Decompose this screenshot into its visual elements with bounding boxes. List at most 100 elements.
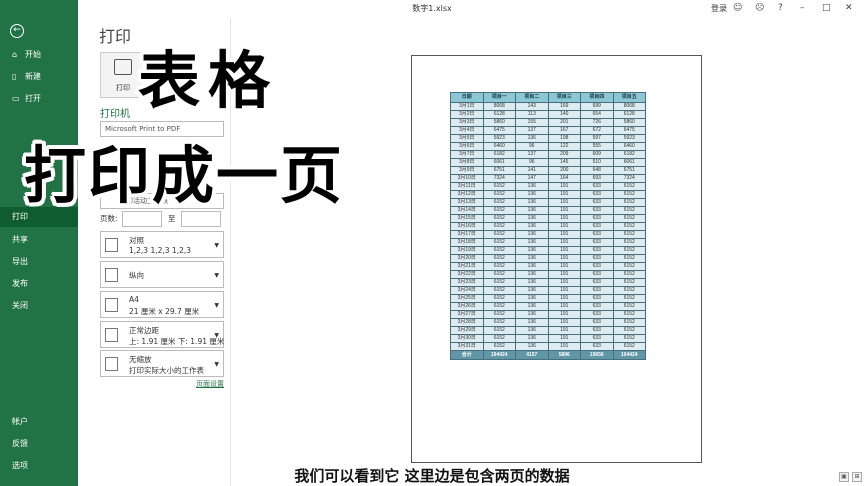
collate-icon [105,238,118,252]
sidebar-item-feedback[interactable]: 反馈 [0,434,78,454]
table-row: 3月13日 6152 136 191 633 6152 [450,198,646,207]
table-row: 3月23日 6152 136 191 633 6152 [450,278,646,287]
maximize-icon[interactable]: □ [822,3,831,13]
smile-icon[interactable]: ☺ [733,3,742,13]
sidebar-item-account[interactable]: 帐户 [0,412,78,432]
table-cell: 7324 [612,174,646,183]
table-cell: 6182 [482,150,516,159]
chevron-down-icon: ▼ [214,361,219,368]
table-cell: 96 [515,142,549,151]
table-cell: 672 [580,126,614,135]
table-cell: 136 [515,198,549,207]
table-cell: 167 [547,126,581,135]
table-cell: 141 [515,166,549,175]
sidebar-item-export[interactable]: 导出 [0,252,78,272]
table-row: 3月12日 6152 136 191 633 6152 [450,190,646,199]
table-cell: 3月10日 [450,174,484,183]
sidebar-item-open[interactable]: ▭ 打开 [0,89,78,109]
table-cell: 3月20日 [450,254,484,263]
frown-icon[interactable]: ☹ [755,3,764,13]
caption-title-line2: 打印成一页 [24,139,345,212]
table-cell: 3月14日 [450,206,484,215]
sidebar-item-close[interactable]: 关闭 [0,296,78,316]
table-row: 3月25日 6152 136 191 633 6152 [450,294,646,303]
table-cell: 191 [547,246,581,255]
table-cell: 147 [515,174,549,183]
total-cell: 4157 [515,350,549,360]
back-arrow-icon[interactable]: ← [10,24,24,38]
table-cell: 633 [580,318,614,327]
table-cell: 633 [580,246,614,255]
table-cell: 191 [547,286,581,295]
table-cell: 6152 [612,230,646,239]
scaling-select[interactable]: 无缩放 打印实际大小的工作表 ▼ [100,350,224,377]
table-row: 3月6日 6460 96 122 555 6460 [450,142,646,151]
table-cell: 136 [515,334,549,343]
table-row: 3月14日 6152 136 191 633 6152 [450,206,646,215]
table-row: 3月2日 6128 113 140 654 6128 [450,110,646,119]
table-cell: 699 [580,102,614,111]
table-cell: 136 [515,246,549,255]
page-title: 打印 [99,27,132,46]
paper-size-select[interactable]: A4 21 厘米 x 29.7 厘米 ▼ [100,291,224,318]
new-file-icon: ▯ [12,72,17,81]
table-row: 3月22日 6152 136 191 633 6152 [450,270,646,279]
table-cell: 5860 [482,118,516,127]
login-link[interactable]: 登录 [711,3,727,14]
table-cell: 191 [547,326,581,335]
table-cell: 3月15日 [450,214,484,223]
table-cell: 6152 [612,190,646,199]
table-cell: 191 [547,270,581,279]
column-header: 项目五 [612,92,646,103]
sidebar-item-publish[interactable]: 发布 [0,274,78,294]
close-window-icon[interactable]: ✕ [845,3,853,13]
table-cell: 3月31日 [450,342,484,351]
minimize-icon[interactable]: – [800,3,805,13]
table-cell: 136 [515,286,549,295]
table-cell: 3月7日 [450,150,484,159]
sidebar-item-share[interactable]: 共享 [0,230,78,250]
table-cell: 3月8日 [450,158,484,167]
table-cell: 136 [515,182,549,191]
table-cell: 6152 [482,214,516,223]
table-cell: 6152 [482,318,516,327]
table-cell: 191 [547,254,581,263]
table-cell: 5923 [482,134,516,143]
table-cell: 3月26日 [450,302,484,311]
table-cell: 191 [547,342,581,351]
table-row: 3月11日 6152 136 191 633 6152 [450,182,646,191]
table-cell: 693 [580,174,614,183]
table-cell: 3月5日 [450,134,484,143]
orientation-select[interactable]: 纵向 ▼ [100,261,224,288]
table-cell: 122 [547,142,581,151]
table-cell: 6152 [482,246,516,255]
table-cell: 136 [515,326,549,335]
table-cell: 633 [580,310,614,319]
table-cell: 96 [515,158,549,167]
collate-select[interactable]: 对照 1,2,3 1,2,3 1,2,3 ▼ [100,231,224,258]
table-cell: 143 [515,102,549,111]
margins-select[interactable]: 正常边距 上: 1.91 厘米 下: 1.91 厘米 ▼ [100,321,224,348]
table-cell: 3月23日 [450,278,484,287]
table-cell: 3月21日 [450,262,484,271]
table-cell: 5860 [612,118,646,127]
column-header: 项目三 [547,92,581,103]
page-setup-link[interactable]: 页面设置 [196,379,224,389]
table-cell: 6460 [612,142,646,151]
sidebar-item-home[interactable]: ⌂ 开始 [0,45,78,65]
table-cell: 633 [580,182,614,191]
help-icon[interactable]: ? [778,3,783,13]
sidebar-item-new[interactable]: ▯ 新建 [0,67,78,87]
table-cell: 3月4日 [450,126,484,135]
table-cell: 198 [547,134,581,143]
home-icon: ⌂ [12,50,18,59]
table-cell: 200 [547,166,581,175]
table-cell: 6061 [482,158,516,167]
table-cell: 191 [547,302,581,311]
table-cell: 6152 [612,342,646,351]
table-cell: 6152 [612,254,646,263]
table-cell: 8068 [612,102,646,111]
table-cell: 191 [547,310,581,319]
table-cell: 3月11日 [450,182,484,191]
table-cell: 6152 [612,286,646,295]
